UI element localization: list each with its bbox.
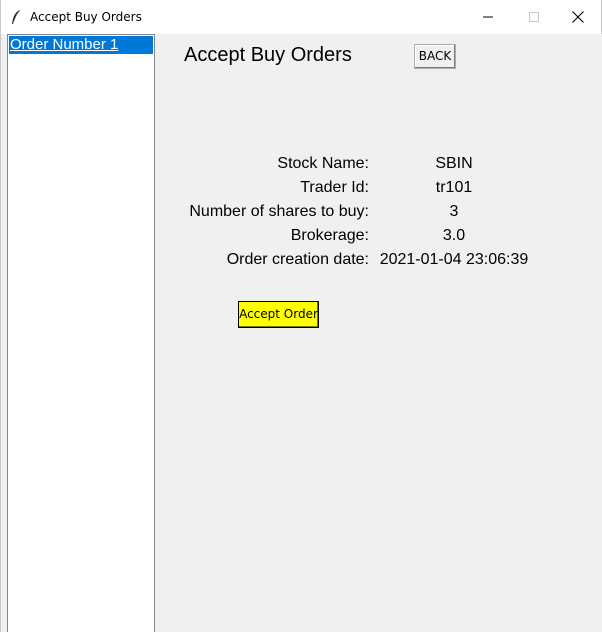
close-button[interactable] — [555, 0, 601, 34]
detail-row-shares: Number of shares to buy: 3 — [155, 203, 602, 223]
creation-date-value: 2021-01-04 23:06:39 — [379, 251, 529, 268]
detail-row-trader-id: Trader Id: tr101 — [155, 179, 602, 199]
title-bar[interactable]: Accept Buy Orders — [1, 0, 601, 34]
maximize-button[interactable] — [511, 0, 557, 34]
accept-order-button[interactable]: Accept Order — [238, 301, 319, 328]
list-item-order-1[interactable]: Order Number 1 — [9, 36, 153, 54]
maximize-icon — [529, 12, 539, 22]
detail-row-brokerage: Brokerage: 3.0 — [155, 227, 602, 247]
close-icon — [572, 11, 584, 23]
order-listbox[interactable]: Order Number 1 — [7, 34, 155, 632]
shares-label: Number of shares to buy: — [189, 203, 369, 220]
back-button[interactable]: BACK — [414, 44, 456, 69]
minimize-button[interactable] — [465, 0, 511, 34]
stock-name-value: SBIN — [435, 155, 473, 172]
feather-icon — [10, 9, 22, 25]
shares-value: 3 — [449, 203, 459, 220]
detail-row-stock-name: Stock Name: SBIN — [155, 155, 602, 175]
main-panel: Accept Buy Orders BACK Stock Name: SBIN … — [155, 34, 602, 632]
brokerage-value: 3.0 — [442, 227, 466, 244]
window-title: Accept Buy Orders — [30, 10, 142, 24]
creation-date-label: Order creation date: — [226, 251, 369, 268]
minimize-icon — [483, 12, 493, 22]
trader-id-value: tr101 — [435, 179, 473, 196]
app-window: Accept Buy Orders Order Number 1 Accept … — [0, 0, 602, 632]
detail-row-creation-date: Order creation date: 2021-01-04 23:06:39 — [155, 251, 602, 271]
page-title: Accept Buy Orders — [184, 44, 352, 66]
